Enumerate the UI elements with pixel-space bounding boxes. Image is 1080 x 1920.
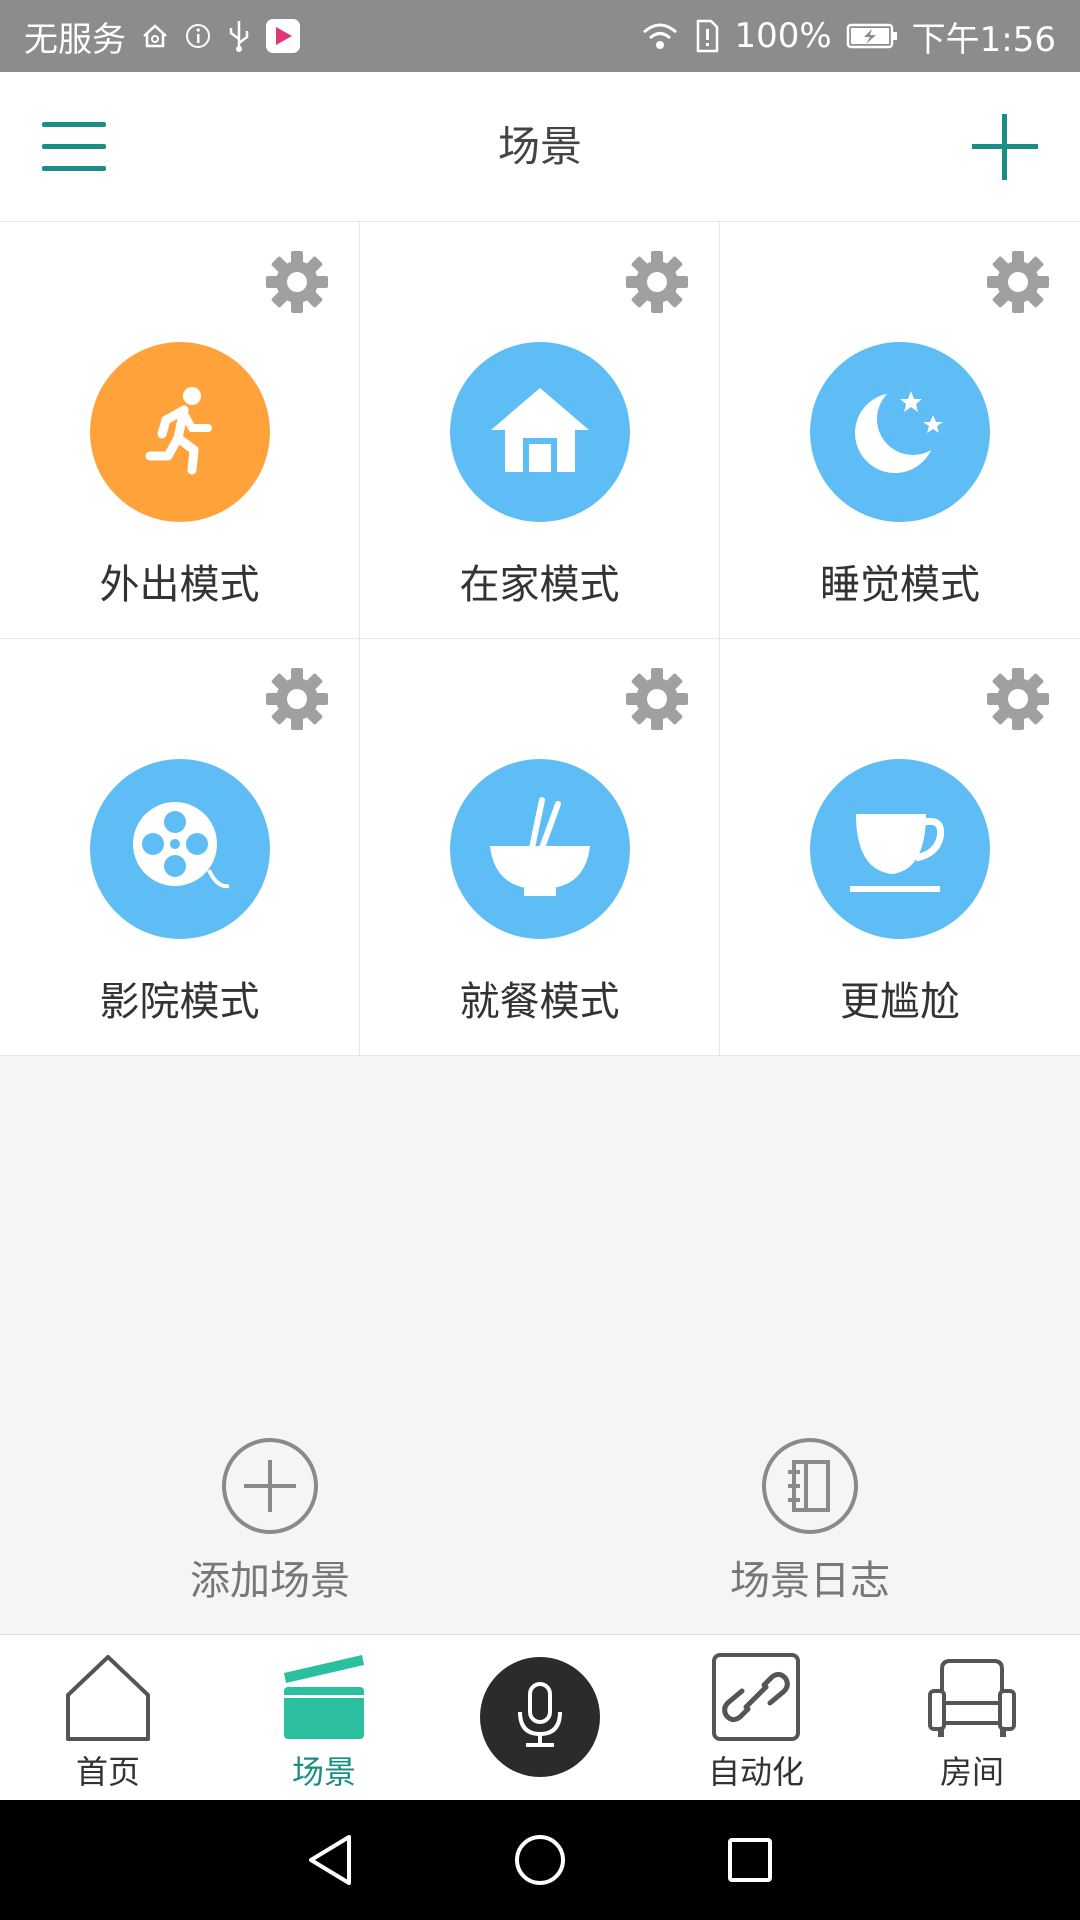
gear-icon[interactable] (263, 248, 331, 316)
page-title: 场景 (497, 122, 582, 171)
scene-circle[interactable] (810, 342, 990, 522)
bowl-chopsticks-icon (480, 792, 600, 906)
bottom-tab-bar: 首页 场景 自动化 房间 (0, 1634, 1080, 1800)
scene-tile-dining[interactable]: 就餐模式 (360, 639, 720, 1056)
sofa-icon (926, 1651, 1018, 1743)
scene-circle[interactable] (810, 759, 990, 939)
tab-label: 房间 (939, 1753, 1004, 1791)
back-icon[interactable] (300, 1830, 360, 1890)
scene-grid: 外出模式 在家模式 睡觉模式 影院模式 就餐模式 更尴尬 (0, 222, 1080, 1056)
scene-tile-cinema[interactable]: 影院模式 (0, 639, 360, 1056)
app-header: 场景 (0, 72, 1080, 222)
film-reel-icon (125, 792, 235, 906)
carrier-text: 无服务 (24, 19, 126, 60)
info-icon (184, 22, 212, 50)
home-circle-icon[interactable] (510, 1830, 570, 1890)
tab-scene[interactable]: 场景 (216, 1635, 432, 1801)
status-bar: 无服务 100% 下午1:56 (0, 0, 1080, 72)
scene-circle[interactable] (90, 342, 270, 522)
scene-label: 睡觉模式 (820, 562, 980, 608)
tab-voice[interactable] (432, 1635, 648, 1801)
battery-charging-icon (846, 21, 898, 51)
gear-icon[interactable] (263, 665, 331, 733)
plus-icon[interactable] (970, 112, 1040, 182)
clock: 下午1:56 (911, 19, 1056, 60)
system-nav-bar (0, 1800, 1080, 1920)
scene-tile-sleep[interactable]: 睡觉模式 (720, 222, 1080, 639)
scene-label: 就餐模式 (459, 979, 620, 1025)
home-outline-icon (140, 21, 170, 51)
battery-percent: 100% (734, 16, 832, 56)
tab-label: 自动化 (707, 1753, 804, 1791)
add-scene-label: 添加场景 (190, 1558, 350, 1604)
scene-tile-home[interactable]: 在家模式 (360, 222, 720, 639)
moon-stars-icon (845, 375, 955, 489)
scene-label: 在家模式 (459, 562, 620, 608)
tab-label: 首页 (75, 1753, 140, 1791)
gear-icon[interactable] (623, 665, 691, 733)
microphone-button[interactable] (480, 1657, 600, 1777)
scene-tile-awkward[interactable]: 更尴尬 (720, 639, 1080, 1056)
circle-plus-icon (220, 1436, 320, 1536)
scene-circle[interactable] (450, 342, 630, 522)
clapperboard-icon (278, 1651, 370, 1743)
tab-home[interactable]: 首页 (0, 1635, 216, 1801)
tab-label: 场景 (291, 1753, 356, 1791)
add-scene-button[interactable]: 添加场景 (120, 1420, 420, 1606)
app-icon (266, 19, 300, 53)
home-icon (62, 1651, 154, 1743)
scene-label: 外出模式 (99, 562, 260, 608)
scene-tile-out[interactable]: 外出模式 (0, 222, 360, 639)
scene-circle[interactable] (450, 759, 630, 939)
scene-actions: 添加场景 场景日志 (0, 1420, 1080, 1635)
running-person-icon (130, 380, 230, 484)
wifi-icon (640, 20, 680, 52)
tab-room[interactable]: 房间 (864, 1635, 1080, 1801)
recents-square-icon[interactable] (720, 1830, 780, 1890)
gear-icon[interactable] (984, 665, 1052, 733)
usb-icon (226, 19, 252, 53)
scene-label: 影院模式 (99, 979, 260, 1025)
coffee-cup-icon (840, 792, 960, 906)
house-icon (485, 380, 595, 484)
scene-log-button[interactable]: 场景日志 (660, 1420, 960, 1606)
gear-icon[interactable] (623, 248, 691, 316)
scene-log-label: 场景日志 (730, 1558, 890, 1604)
scene-label: 更尴尬 (840, 979, 960, 1025)
microphone-icon (510, 1680, 570, 1754)
tab-automation[interactable]: 自动化 (648, 1635, 864, 1801)
link-icon (710, 1651, 802, 1743)
scene-circle[interactable] (90, 759, 270, 939)
sim-alert-icon (694, 19, 720, 53)
log-book-icon (760, 1436, 860, 1536)
gear-icon[interactable] (984, 248, 1052, 316)
